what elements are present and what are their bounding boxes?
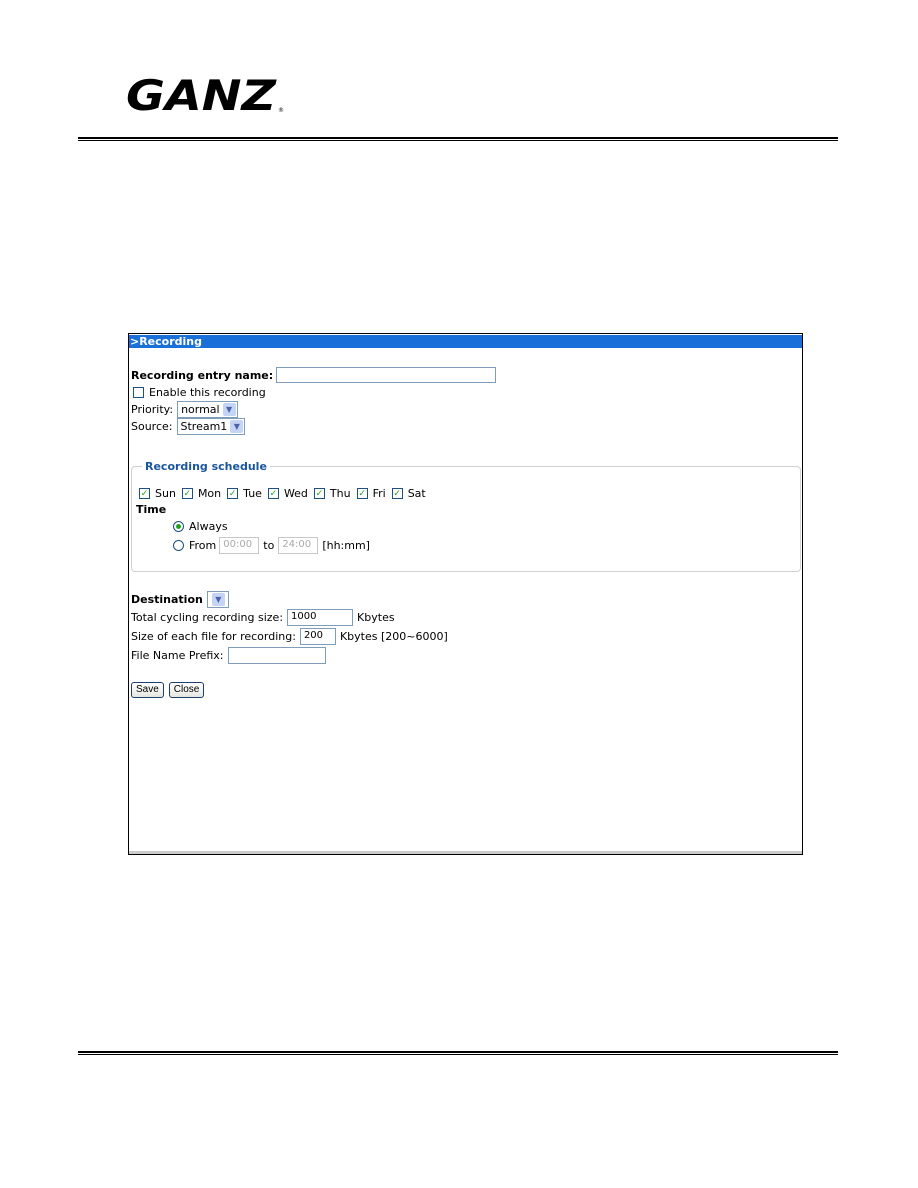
total-size-label: Total cycling recording size: — [131, 611, 284, 624]
file-size-label: Size of each file for recording: — [131, 630, 296, 643]
svg-text:®: ® — [278, 107, 284, 114]
entry-name-input[interactable] — [276, 367, 497, 383]
to-time-input[interactable]: 24:00 — [278, 537, 319, 554]
day-label: Tue — [243, 487, 262, 500]
file-size-input[interactable]: 200 — [299, 628, 336, 645]
wed-checkbox[interactable]: ✓ — [267, 488, 279, 499]
mon-checkbox[interactable]: ✓ — [181, 488, 193, 499]
day-label: Fri — [372, 487, 386, 500]
enable-label: Enable this recording — [149, 386, 266, 399]
panel-title: >Recording — [129, 335, 802, 348]
always-radio[interactable] — [173, 521, 184, 532]
schedule-legend: Recording schedule — [145, 460, 267, 473]
enable-checkbox[interactable] — [133, 387, 144, 398]
source-value: Stream1 — [180, 420, 228, 433]
save-button[interactable]: Save — [131, 682, 164, 698]
destination-label: Destination — [131, 593, 203, 606]
always-label: Always — [189, 520, 228, 533]
source-label: Source: — [131, 420, 173, 433]
from-time-input[interactable]: 00:00 — [219, 537, 260, 554]
day-label: Thu — [329, 487, 351, 500]
priority-value: normal — [181, 403, 220, 416]
sat-checkbox[interactable]: ✓ — [391, 488, 403, 499]
ganz-logo: GANZ ® — [126, 72, 284, 116]
day-label: Sun — [155, 487, 176, 500]
total-size-input[interactable]: 1000 — [287, 609, 354, 626]
entry-name-label: Recording entry name: — [131, 368, 274, 382]
day-label: Sat — [407, 487, 426, 500]
total-size-unit: Kbytes — [357, 611, 395, 624]
fri-checkbox[interactable]: ✓ — [356, 488, 368, 499]
source-select[interactable]: Stream1 ▼ — [176, 418, 246, 435]
bottom-divider — [78, 1051, 838, 1055]
time-label: Time — [136, 503, 167, 516]
prefix-input[interactable] — [227, 647, 326, 664]
thu-checkbox[interactable]: ✓ — [313, 488, 325, 499]
sun-checkbox[interactable]: ✓ — [139, 488, 150, 499]
priority-label: Priority: — [131, 403, 174, 416]
svg-text:GANZ: GANZ — [126, 72, 278, 116]
day-label: Wed — [283, 487, 308, 500]
recording-schedule-group: Recording schedule — [131, 460, 801, 572]
destination-select[interactable]: ▼ — [206, 591, 229, 608]
chevron-down-icon: ▼ — [230, 420, 244, 433]
top-divider — [78, 137, 838, 141]
day-label: Mon — [197, 487, 222, 500]
day-checkboxes: ✓ Sun ✓ Mon ✓ Tue ✓ Wed ✓ Thu ✓ Fri ✓ Sat — [139, 487, 426, 500]
file-size-unit: Kbytes [200~6000] — [339, 630, 448, 643]
time-format-label: [hh:mm] — [322, 539, 370, 552]
close-button[interactable]: Close — [168, 682, 205, 698]
chevron-down-icon: ▼ — [222, 403, 236, 416]
priority-select[interactable]: normal ▼ — [177, 401, 238, 418]
tue-checkbox[interactable]: ✓ — [227, 488, 239, 499]
panel-scrollbar[interactable] — [129, 851, 802, 854]
from-radio[interactable] — [173, 540, 184, 551]
to-label: to — [263, 539, 275, 552]
from-label: From — [189, 539, 217, 552]
chevron-down-icon: ▼ — [211, 593, 225, 606]
recording-panel: >Recording Recording entry name: Enable … — [128, 333, 803, 855]
prefix-label: File Name Prefix: — [131, 649, 224, 662]
